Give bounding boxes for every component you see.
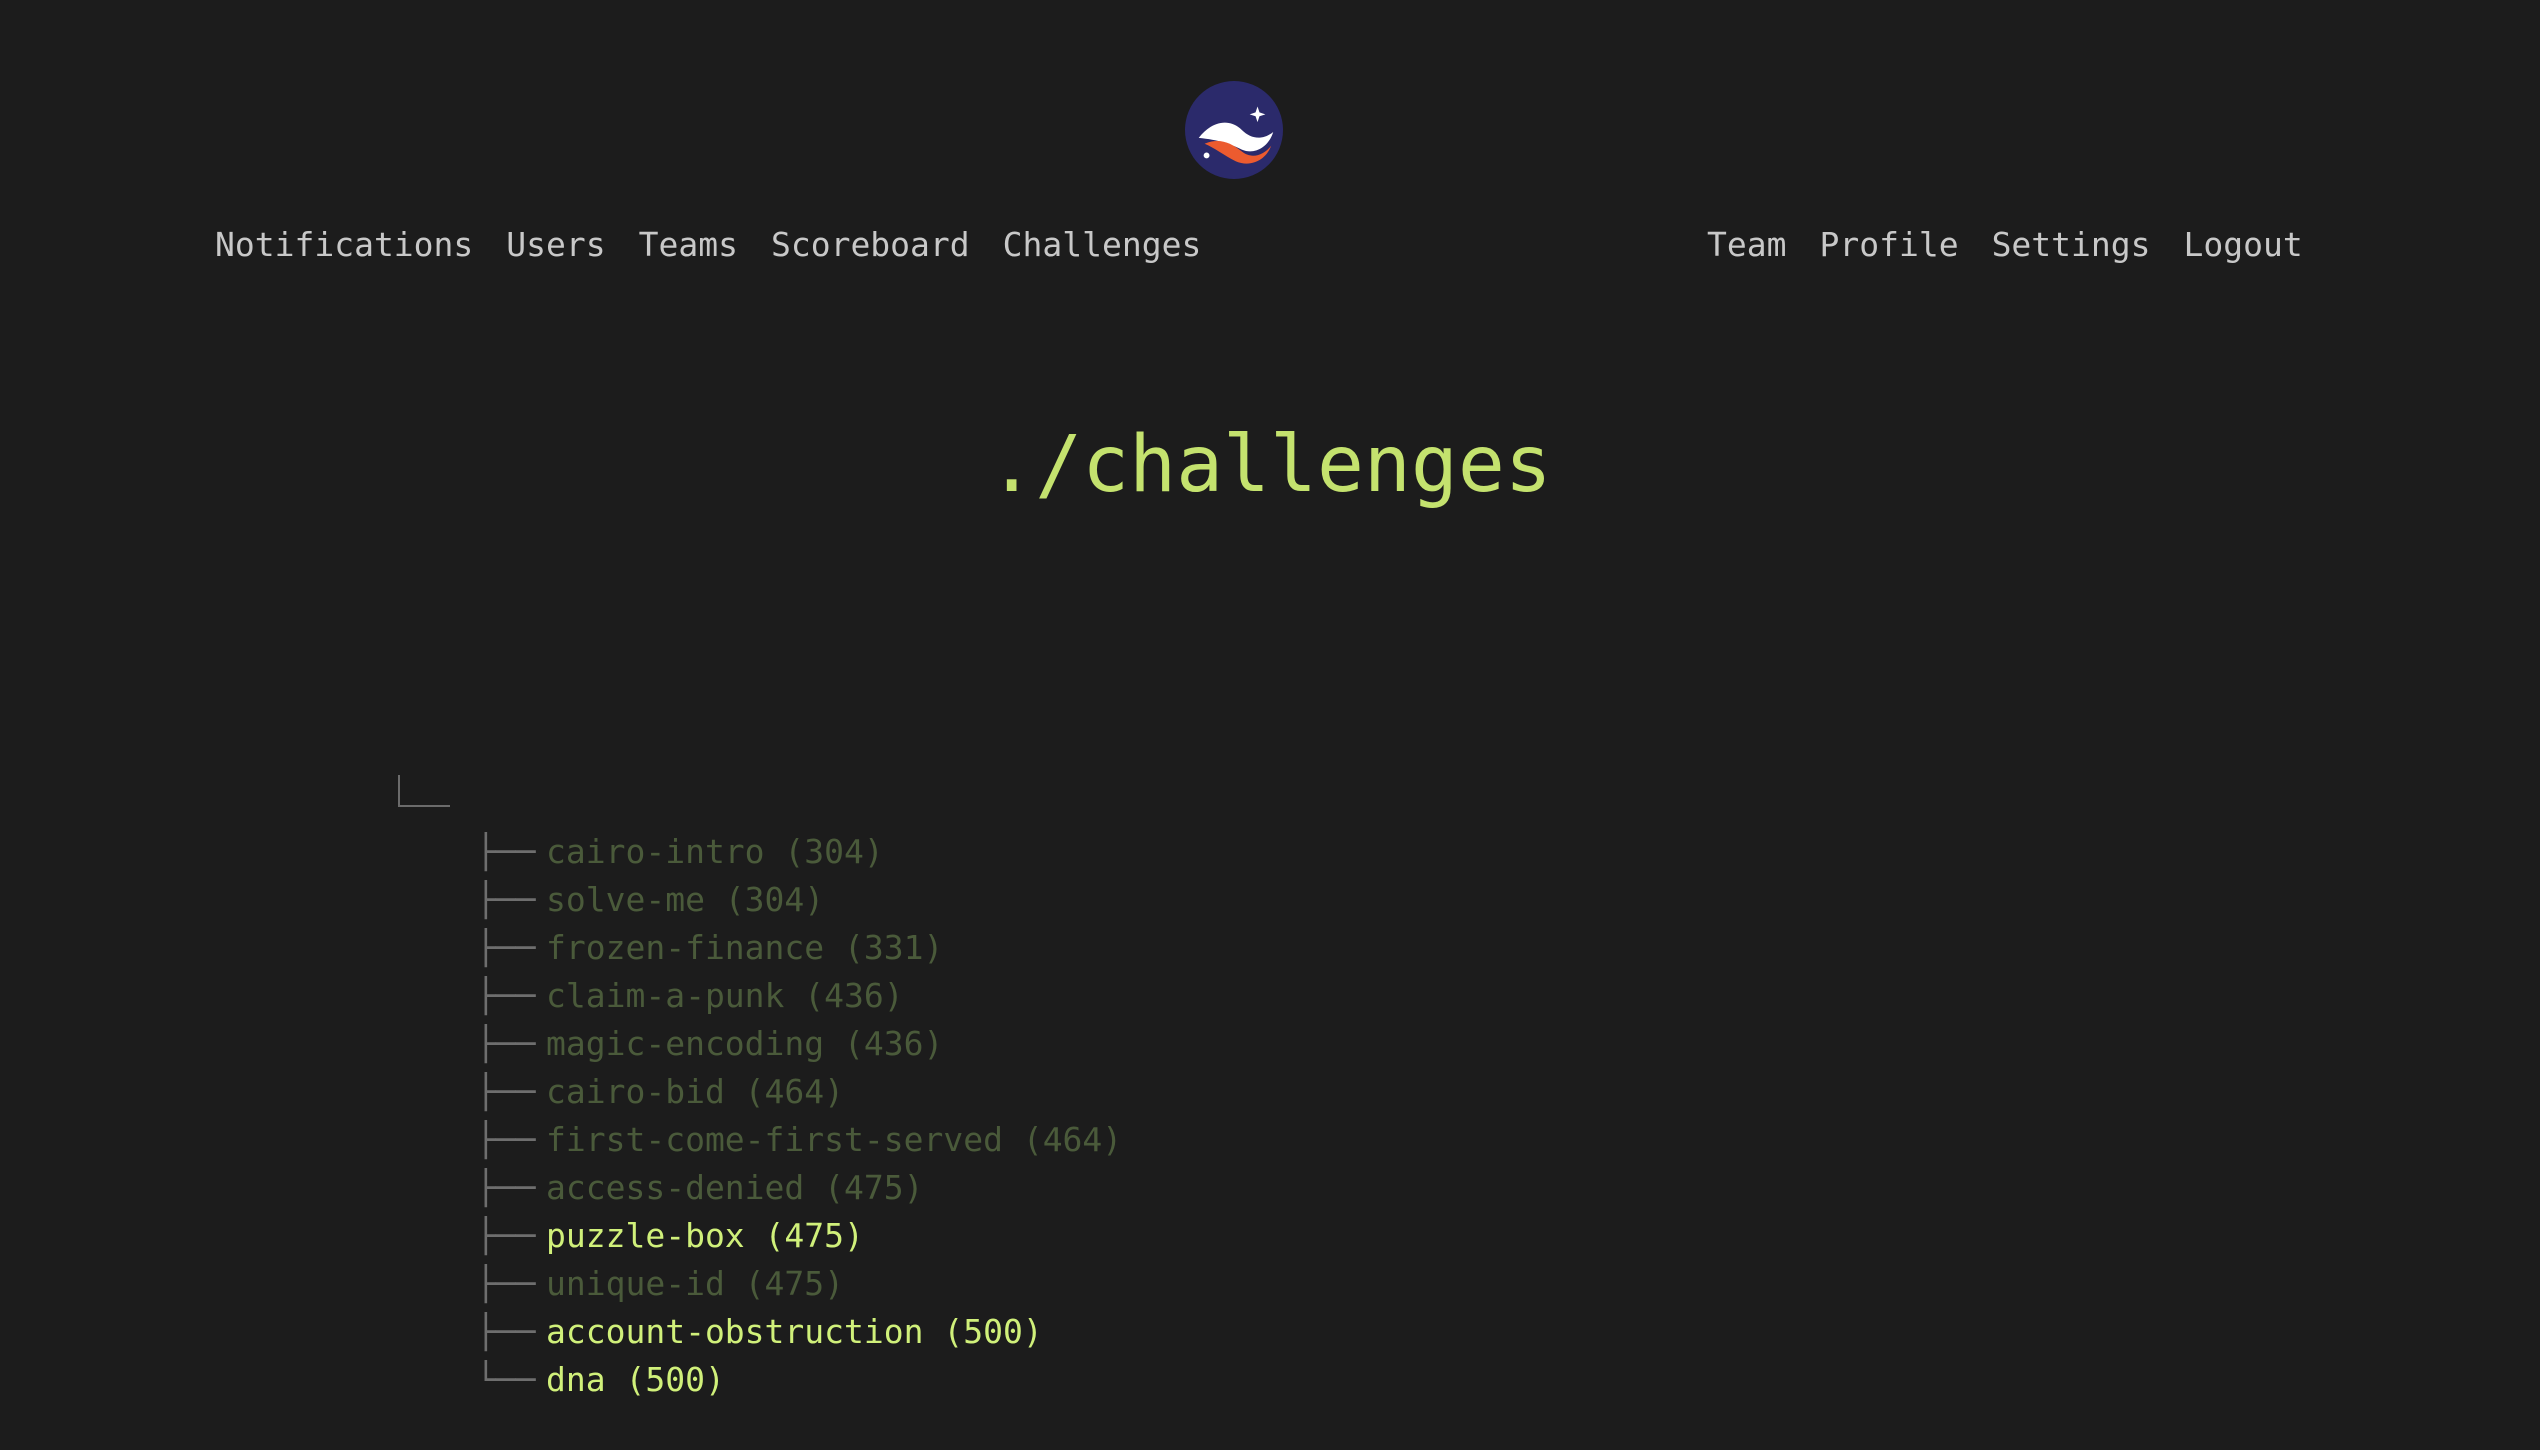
- tree-branch: ├──: [476, 1119, 536, 1159]
- list-item: ├── claim-a-punk (436): [476, 971, 1122, 1019]
- tree-root-connector: [398, 775, 450, 807]
- list-item: ├── account-obstruction (500): [476, 1307, 1122, 1355]
- list-item: ├── cairo-intro (304): [476, 827, 1122, 875]
- list-item: ├── magic-encoding (436): [476, 1019, 1122, 1067]
- nav-left: Notifications Users Teams Scoreboard Cha…: [215, 222, 1201, 266]
- challenge-item-link[interactable]: cairo-bid (464): [546, 1072, 844, 1111]
- tree-branch: ├──: [476, 831, 536, 871]
- challenge-list: ├── cairo-intro (304) ├── solve-me (304) ├──…: [476, 827, 1122, 1403]
- challenge-item-link[interactable]: solve-me (304): [546, 880, 824, 919]
- tree-branch: ├──: [476, 1311, 536, 1351]
- tree-branch: ├──: [476, 1023, 536, 1063]
- challenge-item-link[interactable]: first-come-first-served (464): [546, 1120, 1122, 1159]
- list-item: ├── solve-me (304): [476, 875, 1122, 923]
- challenge-item-link[interactable]: claim-a-punk (436): [546, 976, 904, 1015]
- list-item: ├── cairo-bid (464): [476, 1067, 1122, 1115]
- tree-branch: └──: [476, 1359, 536, 1399]
- tree-branch: ├──: [476, 1071, 536, 1111]
- nav-teams-link[interactable]: Teams: [639, 225, 738, 264]
- page-title: ./challenges: [988, 420, 1552, 510]
- tree-branch: ├──: [476, 1215, 536, 1255]
- challenge-item-link[interactable]: account-obstruction (500): [546, 1312, 1043, 1351]
- list-item: └── dna (500): [476, 1355, 1122, 1403]
- challenge-item-link[interactable]: magic-encoding (436): [546, 1024, 943, 1063]
- page: Notifications Users Teams Scoreboard Cha…: [0, 0, 2540, 1450]
- list-item: ├── access-denied (475): [476, 1163, 1122, 1211]
- nav-logout-link[interactable]: Logout: [2184, 225, 2303, 264]
- challenge-tree: ├── cairo-intro (304) ├── solve-me (304) ├──…: [398, 775, 1122, 1399]
- list-item: ├── unique-id (475): [476, 1259, 1122, 1307]
- nav-users-link[interactable]: Users: [506, 225, 605, 264]
- nav-scoreboard-link[interactable]: Scoreboard: [771, 225, 970, 264]
- nav-right: Team Profile Settings Logout: [1707, 222, 2303, 266]
- tree-branch: ├──: [476, 975, 536, 1015]
- challenge-item-link[interactable]: unique-id (475): [546, 1264, 844, 1303]
- tree-branch: ├──: [476, 1263, 536, 1303]
- challenge-item-link[interactable]: access-denied (475): [546, 1168, 924, 1207]
- challenge-item-link[interactable]: dna (500): [546, 1360, 725, 1399]
- nav-challenges-link[interactable]: Challenges: [1003, 225, 1202, 264]
- nav-team-link[interactable]: Team: [1707, 225, 1786, 264]
- nav-settings-link[interactable]: Settings: [1992, 225, 2151, 264]
- nav-profile-link[interactable]: Profile: [1819, 225, 1958, 264]
- list-item: ├── puzzle-box (475): [476, 1211, 1122, 1259]
- starknet-logo[interactable]: [1185, 81, 1283, 179]
- challenge-item-link[interactable]: frozen-finance (331): [546, 928, 943, 967]
- nav-notifications-link[interactable]: Notifications: [215, 225, 473, 264]
- tree-branch: ├──: [476, 879, 536, 919]
- tree-branch: ├──: [476, 927, 536, 967]
- tree-branch: ├──: [476, 1167, 536, 1207]
- list-item: ├── first-come-first-served (464): [476, 1115, 1122, 1163]
- challenge-item-link[interactable]: cairo-intro (304): [546, 832, 884, 871]
- challenge-item-link[interactable]: puzzle-box (475): [546, 1216, 864, 1255]
- list-item: ├── frozen-finance (331): [476, 923, 1122, 971]
